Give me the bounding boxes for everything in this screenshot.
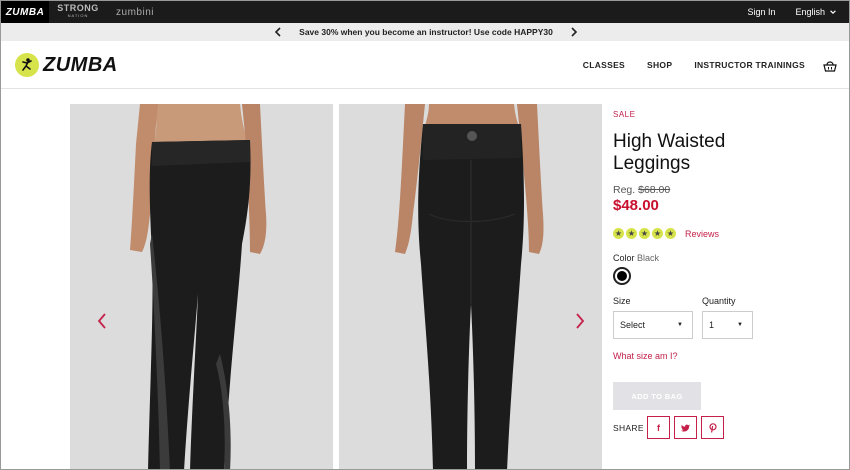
quantity-select[interactable]: 1 ▼	[702, 311, 753, 339]
add-to-bag-button[interactable]: ADD TO BAG	[613, 382, 701, 410]
strong-brand-tab[interactable]: STRONG NATION	[57, 1, 99, 23]
shopping-bag-icon[interactable]	[823, 60, 837, 72]
chevron-left-icon	[97, 313, 106, 329]
chevron-right-icon	[571, 27, 577, 37]
main-header: ZUMBA CLASSES SHOP INSTRUCTOR TRAININGS	[1, 41, 849, 89]
rating-star-icon: ★	[613, 228, 624, 239]
nav-shop[interactable]: SHOP	[647, 60, 672, 70]
page: ZUMBA STRONG NATION zumbini Sign In Engl…	[0, 0, 850, 470]
share-label: SHARE	[613, 422, 644, 433]
promo-prev-button[interactable]	[273, 27, 283, 37]
leggings-front-illustration	[130, 104, 267, 469]
rating-row: ★ ★ ★ ★ ★ Reviews	[613, 228, 843, 239]
size-select-value: Select	[620, 320, 646, 330]
sale-price: $48.00	[613, 197, 659, 214]
reviews-link[interactable]: Reviews	[685, 229, 719, 239]
quantity-select-value: 1	[709, 320, 715, 330]
zumba-logo[interactable]: ZUMBA	[15, 53, 118, 77]
language-selector[interactable]: English	[795, 7, 837, 17]
carousel-prev-button[interactable]	[96, 311, 108, 331]
size-select[interactable]: Select ▼	[613, 311, 693, 339]
chevron-right-icon	[576, 313, 585, 329]
color-swatch-black[interactable]	[613, 267, 631, 285]
chevron-down-icon	[830, 10, 836, 15]
share-row: SHARE f	[613, 416, 843, 439]
strong-brand-label: STRONG	[57, 3, 99, 13]
rating-star-icon: ★	[639, 228, 650, 239]
dancer-logo-icon	[15, 53, 39, 77]
rating-star-icon: ★	[652, 228, 663, 239]
regular-price-label: Reg.	[613, 184, 636, 196]
rating-star-icon: ★	[626, 228, 637, 239]
zumba-brand-tab[interactable]: ZUMBA	[1, 1, 49, 23]
quantity-label: Quantity	[702, 296, 736, 306]
rating-star-icon: ★	[665, 228, 676, 239]
sale-badge: SALE	[613, 110, 636, 119]
carousel-next-button[interactable]	[574, 311, 586, 331]
size-label: Size	[613, 296, 631, 306]
promo-text: Save 30% when you become an instructor! …	[299, 27, 553, 37]
pinterest-icon	[708, 422, 717, 433]
regular-price: Reg. $68.00	[613, 184, 843, 196]
color-row: Color Black	[613, 253, 843, 263]
share-twitter-button[interactable]	[674, 416, 697, 439]
chevron-left-icon	[275, 27, 281, 37]
share-facebook-button[interactable]: f	[647, 416, 670, 439]
facebook-icon: f	[657, 422, 660, 433]
strong-brand-sublabel: NATION	[67, 13, 89, 18]
size-guide-link[interactable]: What size am I?	[613, 351, 843, 361]
logo-wordmark: ZUMBA	[43, 53, 118, 76]
language-label: English	[795, 7, 825, 17]
brand-bar: ZUMBA STRONG NATION zumbini Sign In Engl…	[1, 1, 849, 23]
twitter-icon	[681, 424, 690, 432]
color-value: Black	[637, 253, 660, 263]
caret-down-icon: ▼	[737, 322, 743, 328]
product-image-front	[70, 104, 333, 469]
caret-down-icon: ▼	[677, 322, 683, 328]
sign-in-link[interactable]: Sign In	[747, 7, 775, 17]
leggings-back-illustration	[395, 104, 544, 469]
promo-next-button[interactable]	[569, 27, 579, 37]
regular-price-value: $68.00	[638, 184, 671, 196]
zumbini-brand-tab[interactable]: zumbini	[113, 1, 157, 23]
product-detail-panel: SALE High Waisted Leggings Reg. $68.00 $…	[613, 104, 843, 439]
nav-instructor-trainings[interactable]: INSTRUCTOR TRAININGS	[694, 60, 805, 70]
product-title: High Waisted Leggings	[613, 131, 726, 174]
product-image-back	[339, 104, 602, 469]
main-nav: CLASSES SHOP INSTRUCTOR TRAININGS	[583, 41, 805, 89]
color-label: Color	[613, 253, 635, 263]
nav-classes[interactable]: CLASSES	[583, 60, 625, 70]
promo-bar: Save 30% when you become an instructor! …	[1, 23, 849, 41]
share-pinterest-button[interactable]	[701, 416, 724, 439]
